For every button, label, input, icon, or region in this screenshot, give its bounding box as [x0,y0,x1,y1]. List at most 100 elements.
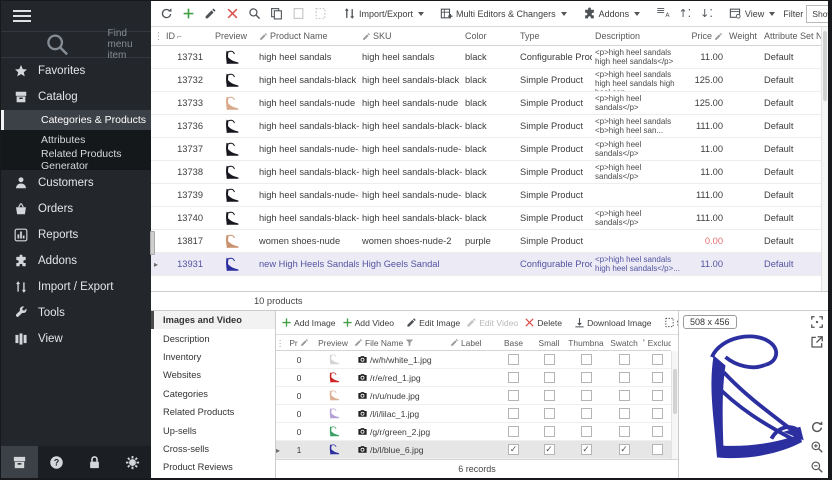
detail-tab[interactable]: Images and Video [151,311,275,329]
detail-tab[interactable]: Product Reviews [151,458,275,476]
images-scrollbar[interactable] [671,351,678,459]
list-item[interactable]: 0 /r/e/red_1.jpg [276,369,671,387]
zoom-in-icon[interactable] [810,440,824,454]
list-item[interactable]: 0 /n/u/nude.jpg [276,387,671,405]
sidebar-item-import-export[interactable]: Import / Export [1,274,151,300]
delete-product-button[interactable] [223,5,242,22]
download-image-button[interactable]: Download Image [572,315,654,330]
base-checkbox[interactable] [508,408,519,419]
col-label[interactable]: Label [450,338,496,348]
col-id[interactable]: ID⌐ [163,31,206,41]
exclude-checkbox[interactable] [652,372,663,383]
small-checkbox[interactable] [544,354,555,365]
base-checkbox[interactable] [508,354,519,365]
table-row[interactable]: 13733 high heel sandals-nude high heel s… [151,92,821,115]
base-checkbox[interactable] [508,444,519,455]
exclude-checkbox[interactable] [652,426,663,437]
list-item[interactable]: 0 /l/i/lilac_1.jpg [276,405,671,423]
table-row[interactable]: 13739 high heel sandals-nude-37 high hee… [151,184,821,207]
table-row[interactable]: 13736 high heel sandals-black-36 high he… [151,115,821,138]
zoom-out-icon[interactable] [810,460,824,474]
swatch-checkbox[interactable] [619,408,630,419]
multi-editors-dropdown[interactable]: Multi Editors & Changers [437,5,570,22]
panel-resize-grip[interactable] [150,231,155,255]
list-item[interactable]: 0 /g/r/green_2.jpg [276,423,671,441]
delete-image-button[interactable]: Delete [522,315,564,330]
exclude-checkbox[interactable] [652,408,663,419]
col-sku[interactable]: SKU [359,31,462,41]
addons-dropdown[interactable]: Addons [580,5,644,22]
table-row[interactable]: 13740 high heel sandals-black-38 high he… [151,207,821,230]
thumbnail-checkbox[interactable] [581,426,592,437]
table-row[interactable]: 13817 women shoes-nude women shoes-nude-… [151,230,821,253]
col-weight[interactable]: Weight [726,31,761,41]
import-export-dropdown[interactable]: Import/Export [340,5,427,22]
edit-video-button[interactable]: Edit Video [464,315,520,330]
list-item[interactable]: 0 /w/h/white_1.jpg [276,351,671,369]
hamburger-menu-button[interactable] [1,1,151,31]
list-item[interactable]: 1 /b/l/blue_6.jpg [276,441,671,459]
thumbnail-checkbox[interactable] [581,372,592,383]
col-img-preview[interactable]: Preview [312,338,354,348]
store-button[interactable] [1,446,38,478]
swatch-checkbox[interactable] [619,354,630,365]
catalog-submenu-item[interactable]: Categories & Products [1,110,151,130]
small-checkbox[interactable] [544,390,555,401]
exclude-checkbox[interactable] [652,444,663,455]
base-checkbox[interactable] [508,426,519,437]
swatch-checkbox[interactable] [619,390,630,401]
col-swatch[interactable]: Swatch [605,338,643,348]
col-price[interactable]: Price [684,31,726,41]
help-button[interactable] [38,446,76,478]
col-attribute-set[interactable]: Attribute Set Name [761,31,821,41]
base-checkbox[interactable] [508,372,519,383]
exclude-checkbox[interactable] [652,354,663,365]
catalog-submenu-item[interactable]: Related Products Generator [1,150,151,170]
edit-product-button[interactable] [201,5,220,22]
view-dropdown[interactable]: View [726,5,778,22]
set-resize-rule-button[interactable]: Set Resize Rule [662,315,678,330]
table-row[interactable]: 13931 new High Heels Sandals High Geels … [151,253,821,276]
products-scrollbar[interactable] [821,27,828,291]
sidebar-item-customers[interactable]: Customers [1,170,151,196]
sidebar-item-tools[interactable]: Tools [1,300,151,326]
scrollbar-thumb[interactable] [823,31,827,101]
detail-tab[interactable]: Up-sells [151,421,275,439]
copy-button[interactable] [267,5,286,22]
category-filter-select[interactable]: Show products from selected categories [806,5,828,23]
sidebar-item-orders[interactable]: Orders [1,196,151,222]
add-image-button[interactable]: Add Image [279,315,338,330]
detail-tab[interactable]: Cross-sells [151,440,275,458]
col-description[interactable]: Description [592,31,684,41]
table-row[interactable]: 13737 high heel sandals-nude-36 high hee… [151,138,821,161]
sidebar-item-reports[interactable]: Reports [1,222,151,248]
sidebar-item-view[interactable]: View [1,326,151,352]
scrollbar-thumb[interactable] [673,369,677,414]
thumbnail-checkbox[interactable] [581,444,592,455]
sidebar-item-favorites[interactable]: Favorites [1,58,151,84]
detail-tab[interactable]: Description [151,329,275,347]
detail-tab[interactable]: Categories [151,385,275,403]
sidebar-item-addons[interactable]: Addons [1,248,151,274]
settings-button[interactable] [113,446,151,478]
detail-tab[interactable]: Related Products [151,403,275,421]
col-base[interactable]: Base [496,338,531,348]
col-type[interactable]: Type [517,31,592,41]
col-thumbnail[interactable]: Thumbna [567,338,605,348]
col-file-name[interactable]: File Name [354,338,450,348]
sidebar-search[interactable]: Find menu item [1,31,151,58]
small-checkbox[interactable] [544,372,555,383]
add-video-button[interactable]: Add Video [340,315,397,330]
thumbnail-checkbox[interactable] [581,354,592,365]
search-button[interactable] [245,5,264,22]
small-checkbox[interactable] [544,444,555,455]
swatch-checkbox[interactable] [619,444,630,455]
small-checkbox[interactable] [544,408,555,419]
exclude-checkbox[interactable] [652,390,663,401]
swatch-checkbox[interactable] [619,426,630,437]
edit-image-button[interactable]: Edit Image [404,315,462,330]
table-row[interactable]: 13731 high heel sandals high heel sandal… [151,46,821,69]
catalog-submenu-item[interactable]: Attributes [1,130,151,150]
small-checkbox[interactable] [544,426,555,437]
table-row[interactable]: 13732 high heel sandals-black high heel … [151,69,821,92]
